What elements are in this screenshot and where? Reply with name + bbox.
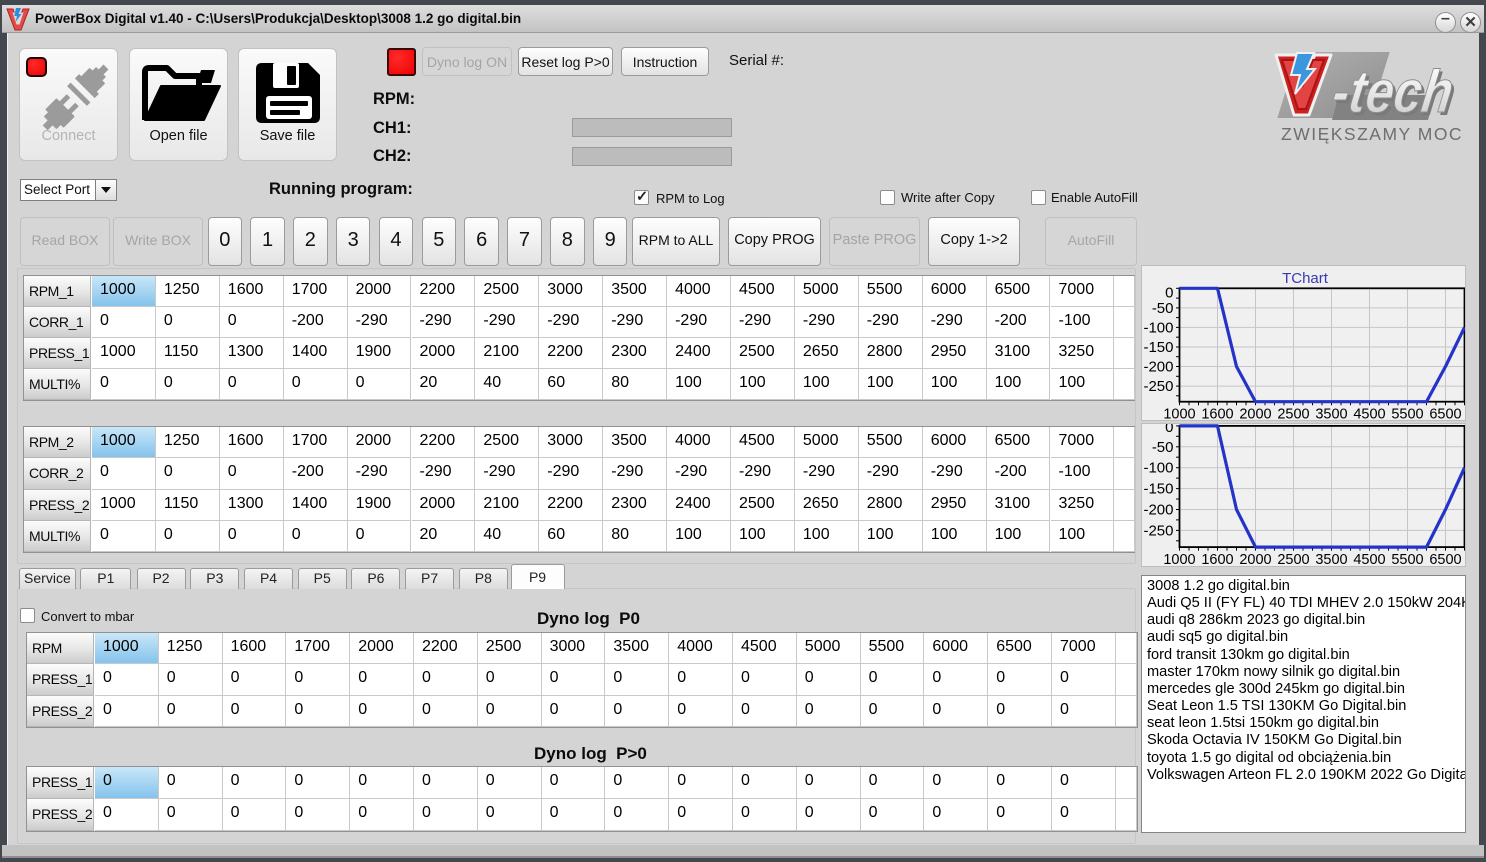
svg-text:5500: 5500	[1391, 407, 1423, 421]
svg-text:-100: -100	[1143, 319, 1173, 336]
svg-text:-150: -150	[1143, 339, 1173, 356]
svg-text:2500: 2500	[1277, 552, 1309, 567]
svg-text:1000: 1000	[1163, 552, 1195, 567]
svg-text:1600: 1600	[1201, 407, 1233, 421]
svg-text:2000: 2000	[1239, 407, 1271, 421]
svg-text:-150: -150	[1143, 481, 1173, 498]
svg-text:-250: -250	[1143, 522, 1173, 539]
svg-text:6500: 6500	[1429, 407, 1461, 421]
svg-text:4500: 4500	[1353, 407, 1385, 421]
svg-text:TChart: TChart	[1282, 270, 1329, 287]
svg-text:-50: -50	[1152, 300, 1174, 317]
svg-text:0: 0	[1165, 284, 1173, 301]
svg-text:2500: 2500	[1277, 407, 1309, 421]
svg-text:-tech: -tech	[1328, 57, 1458, 125]
svg-text:-100: -100	[1143, 460, 1173, 477]
svg-text:-200: -200	[1143, 359, 1173, 376]
svg-text:1600: 1600	[1201, 552, 1233, 567]
svg-text:3500: 3500	[1315, 407, 1347, 421]
svg-text:5500: 5500	[1391, 552, 1423, 567]
svg-text:-200: -200	[1143, 502, 1173, 519]
svg-text:4500: 4500	[1353, 552, 1385, 567]
svg-text:3500: 3500	[1315, 552, 1347, 567]
svg-text:1000: 1000	[1163, 407, 1195, 421]
svg-text:0: 0	[1165, 424, 1173, 436]
svg-text:6500: 6500	[1429, 552, 1461, 567]
svg-text:2000: 2000	[1239, 552, 1271, 567]
svg-text:-50: -50	[1152, 439, 1174, 456]
svg-text:-250: -250	[1143, 378, 1173, 395]
